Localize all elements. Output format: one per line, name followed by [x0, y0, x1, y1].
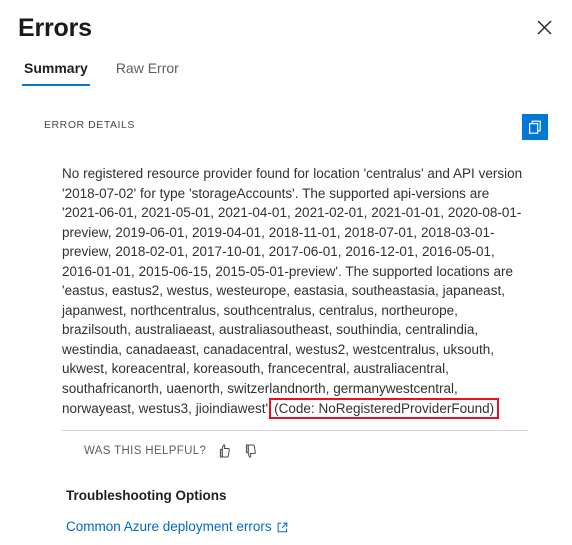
tab-raw-error[interactable]: Raw Error	[114, 58, 181, 86]
close-button[interactable]	[528, 11, 560, 43]
error-code-highlight: (Code: NoRegisteredProviderFound)	[269, 398, 500, 419]
troubleshooting-link-list: Common Azure deployment errors Check Usa…	[44, 506, 528, 545]
error-body: No registered resource provider found fo…	[22, 148, 550, 419]
close-icon	[537, 20, 552, 35]
thumbs-down-icon	[242, 443, 258, 459]
panel-header: Errors	[0, 0, 572, 58]
page-title: Errors	[18, 14, 92, 42]
copy-button[interactable]	[522, 114, 548, 140]
tab-list: Summary Raw Error	[0, 58, 572, 92]
link-label: Common Azure deployment errors	[66, 519, 272, 534]
thumbs-down-button[interactable]	[241, 442, 258, 459]
copy-icon	[527, 119, 543, 135]
thumbs-up-icon	[216, 443, 232, 459]
error-message-text: No registered resource provider found fo…	[62, 166, 523, 416]
error-message-block: No registered resource provider found fo…	[62, 164, 528, 419]
external-link-icon	[277, 522, 288, 533]
troubleshooting-section: Troubleshooting Options Common Azure dep…	[22, 459, 550, 545]
thumbs-up-button[interactable]	[215, 442, 232, 459]
summary-tab-content: ERROR DETAILS No registered resource pro…	[0, 92, 572, 545]
link-label: Check Usage + Quota	[66, 541, 199, 545]
error-details-label: ERROR DETAILS	[44, 119, 135, 131]
troubleshooting-title: Troubleshooting Options	[66, 488, 227, 503]
feedback-question: WAS THIS HELPFUL?	[84, 444, 207, 457]
link-check-usage-quota[interactable]: Check Usage + Quota	[66, 541, 215, 545]
error-details-header: ERROR DETAILS	[22, 114, 550, 148]
link-common-azure-deployment-errors[interactable]: Common Azure deployment errors	[66, 517, 288, 537]
feedback-row: WAS THIS HELPFUL?	[22, 431, 550, 459]
errors-panel: Errors Summary Raw Error ERROR DETAILS N…	[0, 0, 572, 545]
tab-summary[interactable]: Summary	[22, 58, 90, 86]
